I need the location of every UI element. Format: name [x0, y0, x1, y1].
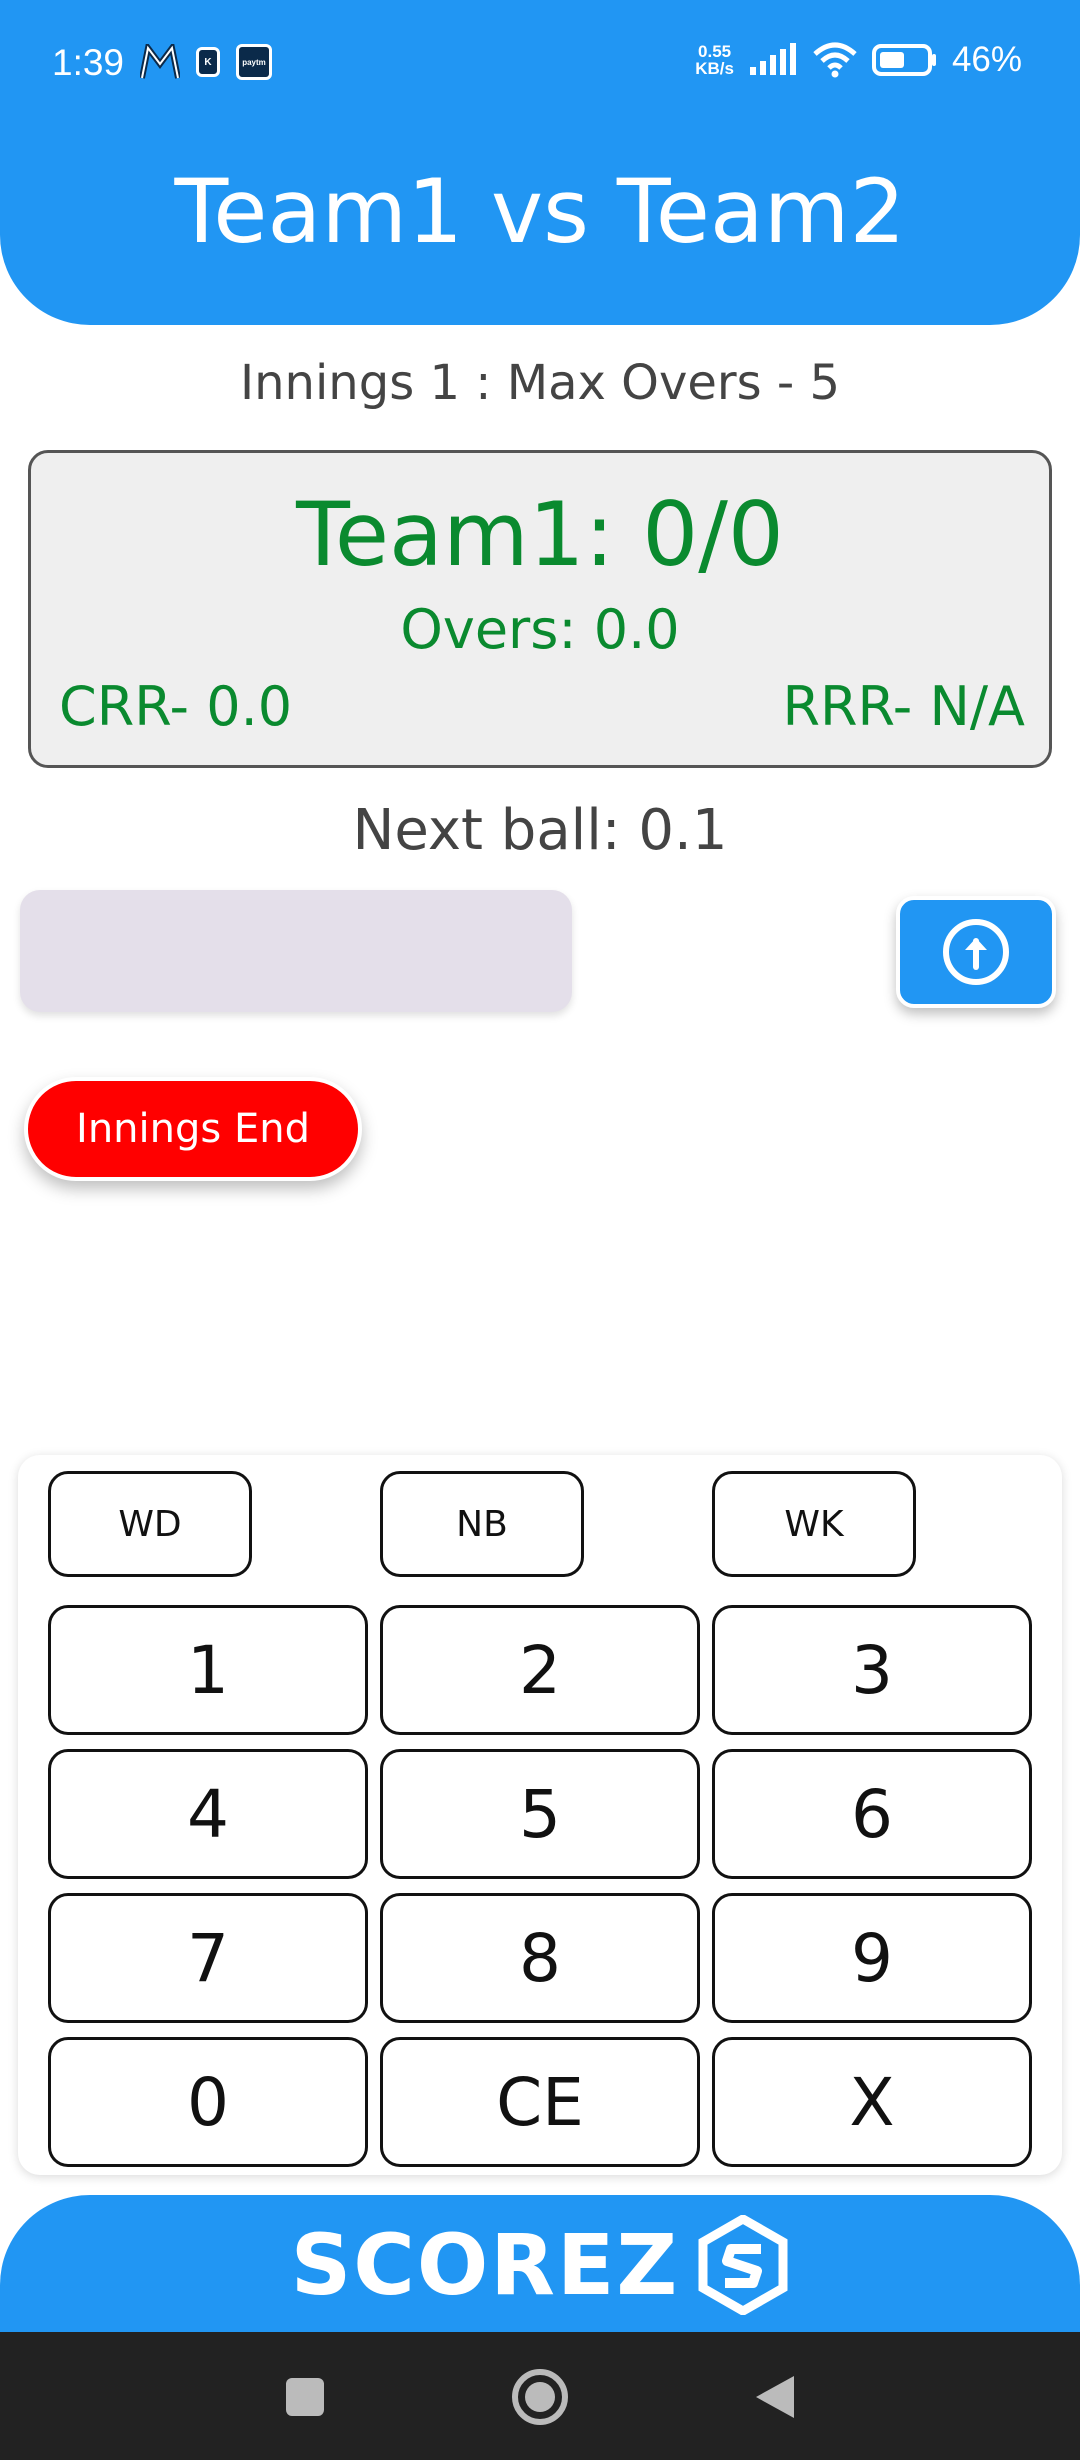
footer-brand-bar: SCOREZ [0, 2195, 1080, 2335]
match-title: Team1 vs Team2 [174, 160, 906, 263]
key-6[interactable]: 6 [712, 1749, 1032, 1879]
key-5[interactable]: 5 [380, 1749, 700, 1879]
triangle-back-icon [756, 2376, 794, 2418]
key-8[interactable]: 8 [380, 1893, 700, 2023]
nav-back-button[interactable] [740, 2362, 810, 2432]
nav-home-button[interactable] [505, 2362, 575, 2432]
innings-end-button[interactable]: Innings End [24, 1077, 362, 1181]
next-ball-label: Next ball: 0.1 [352, 798, 728, 863]
k-app-icon: K [196, 47, 220, 77]
key-9[interactable]: 9 [712, 1893, 1032, 2023]
submit-ball-button[interactable] [896, 896, 1056, 1008]
battery-icon [871, 44, 936, 76]
innings-info: Innings 1 : Max Overs - 5 [239, 355, 841, 411]
ball-entry-field[interactable] [20, 890, 572, 1012]
circle-icon [512, 2369, 568, 2425]
key-clear-entry[interactable]: CE [380, 2037, 700, 2167]
signal-icon [749, 43, 796, 75]
status-notification-icons: K paytm [140, 44, 272, 80]
status-right-group: 0.55 KB/s 46% [695, 40, 1022, 80]
net-speed: 0.55 KB/s [695, 43, 734, 77]
app-header: 1:39 K paytm 0.55 KB/s 46% Team1 vs Team… [0, 0, 1080, 325]
scoring-keypad: WD NB WK 1 2 3 4 5 6 7 8 9 0 CE X [18, 1455, 1062, 2175]
status-bar: 1:39 K paytm 0.55 KB/s 46% [0, 0, 1080, 130]
key-wide[interactable]: WD [48, 1471, 252, 1577]
key-3[interactable]: 3 [712, 1605, 1032, 1735]
wifi-icon [813, 42, 857, 78]
square-icon [286, 2378, 324, 2416]
net-speed-value: 0.55 [698, 42, 732, 61]
key-4[interactable]: 4 [48, 1749, 368, 1879]
key-2[interactable]: 2 [380, 1605, 700, 1735]
nav-recent-button[interactable] [270, 2362, 340, 2432]
brand-name: SCOREZ [290, 2216, 680, 2314]
status-time: 1:39 [52, 42, 125, 83]
key-no-ball[interactable]: NB [380, 1471, 584, 1577]
team-score: Team1: 0/0 [296, 483, 784, 586]
paytm-app-icon: paytm [236, 44, 272, 80]
current-run-rate: CRR- 0.0 [59, 675, 293, 738]
key-0[interactable]: 0 [48, 2037, 368, 2167]
system-nav-bar [0, 2332, 1080, 2460]
key-delete[interactable]: X [712, 2037, 1032, 2167]
m-logo-icon [140, 44, 180, 79]
overs-count: Overs: 0.0 [400, 598, 680, 661]
scorez-logo-icon [698, 2215, 788, 2315]
key-1[interactable]: 1 [48, 1605, 368, 1735]
key-7[interactable]: 7 [48, 1893, 368, 2023]
net-speed-unit: KB/s [695, 59, 734, 78]
key-wicket[interactable]: WK [712, 1471, 916, 1577]
arrow-up-circle-icon [943, 919, 1009, 985]
battery-percent: 46% [951, 40, 1022, 79]
score-card: Team1: 0/0 Overs: 0.0 CRR- 0.0 RRR- N/A [28, 450, 1052, 768]
required-run-rate: RRR- N/A [782, 675, 1025, 738]
